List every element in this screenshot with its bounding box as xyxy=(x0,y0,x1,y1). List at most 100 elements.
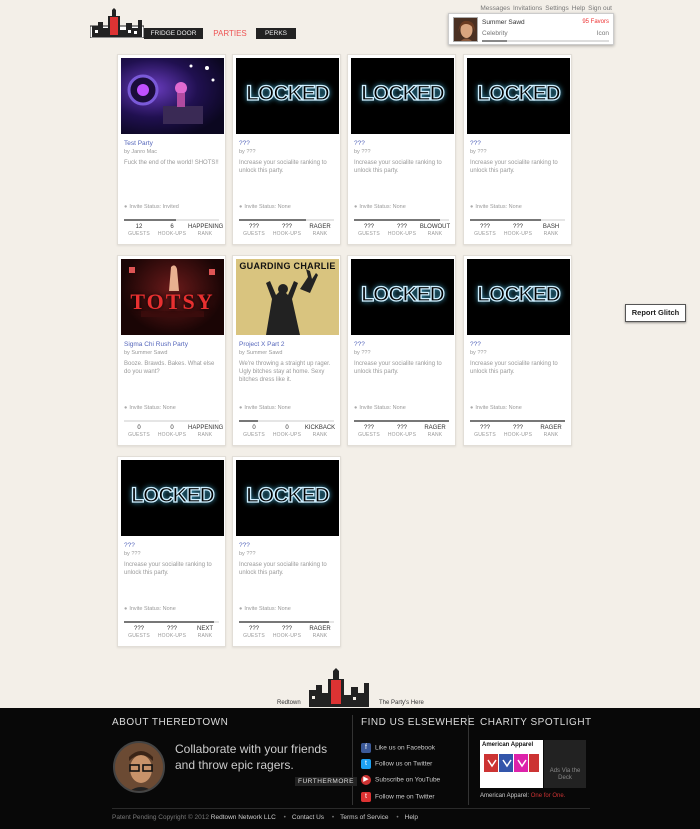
party-card[interactable]: LOCKED ??? by ??? Increase your socialit… xyxy=(232,456,341,647)
invite-status: ● Invite Status: None xyxy=(239,606,291,612)
user-name[interactable]: Summer Sawd xyxy=(482,19,525,26)
rank-stat: RAGER RANK xyxy=(309,224,331,237)
party-title[interactable]: ??? xyxy=(470,341,481,348)
top-links: Messages Invitations Settings Help Sign out xyxy=(477,5,612,12)
guests-stat: ??? GUESTS xyxy=(358,425,380,438)
party-title[interactable]: Sigma Chi Rush Party xyxy=(124,341,188,348)
help-link[interactable]: Help xyxy=(572,5,585,12)
party-title[interactable]: Project X Part 2 xyxy=(239,341,285,348)
party-image[interactable]: GUARDING CHARLIE xyxy=(236,259,339,335)
party-image[interactable]: TOTSY xyxy=(121,259,224,335)
guests-stat: 0 GUESTS xyxy=(243,425,265,438)
brand-right: The Party's Here xyxy=(379,700,424,706)
charity-ad-image[interactable]: American Apparel xyxy=(480,740,543,788)
party-title[interactable]: ??? xyxy=(470,140,481,147)
redtown-center-logo[interactable] xyxy=(307,668,371,708)
party-title[interactable]: ??? xyxy=(354,140,365,147)
party-description: We're throwing a straight up rager. Ugly… xyxy=(239,361,331,383)
nav-parties[interactable]: PARTIES xyxy=(208,28,252,39)
party-image[interactable]: LOCKED xyxy=(236,58,339,134)
facebook-link[interactable]: f Like us on Facebook xyxy=(361,743,435,753)
party-card[interactable]: LOCKED ??? by ??? Increase your socialit… xyxy=(117,456,226,647)
nav-fridge-door[interactable]: FRIDGE DOOR xyxy=(144,28,203,39)
party-image[interactable]: LOCKED xyxy=(121,460,224,536)
user-progress xyxy=(482,40,609,42)
party-image[interactable]: LOCKED xyxy=(467,58,570,134)
rank-progress xyxy=(124,219,219,221)
party-host: by ??? xyxy=(239,551,256,557)
pin-icon: ● xyxy=(239,204,243,210)
rank-progress xyxy=(239,219,334,221)
pin-icon: ● xyxy=(239,405,243,411)
party-description: Increase your socialite ranking to unloc… xyxy=(239,562,327,576)
charity-link[interactable]: One for One. xyxy=(531,793,566,799)
party-title[interactable]: ??? xyxy=(354,341,365,348)
party-title[interactable]: ??? xyxy=(239,140,250,147)
furthermore-button[interactable]: FURTHERMORE xyxy=(295,777,357,786)
pin-icon: ● xyxy=(124,204,128,210)
party-host: by ??? xyxy=(354,350,371,356)
pin-icon: ● xyxy=(124,405,128,411)
locked-text: LOCKED xyxy=(477,282,562,306)
sign-out-link[interactable]: Sign out xyxy=(588,5,612,12)
invite-status: ● Invite Status: None xyxy=(239,204,291,210)
report-glitch-button[interactable]: Report Glitch xyxy=(625,304,686,322)
nav-perks[interactable]: PERKS xyxy=(256,28,296,39)
party-card[interactable]: TOTSY Sigma Chi Rush Party by Summer Saw… xyxy=(117,255,226,446)
party-image[interactable] xyxy=(121,58,224,134)
company-link[interactable]: Redtown Network LLC xyxy=(211,814,276,821)
party-card[interactable]: Test Party by Janro Mac Fuck the end of … xyxy=(117,54,226,245)
youtube-link[interactable]: ▶ Subscribe on YouTube xyxy=(361,775,440,785)
party-card[interactable]: LOCKED ??? by ??? Increase your socialit… xyxy=(463,54,572,245)
party-image[interactable]: LOCKED xyxy=(236,460,339,536)
rank-stat: KICKBACK RANK xyxy=(304,425,336,438)
ads-via-deck[interactable]: Ads Via the Deck xyxy=(544,740,586,788)
party-image[interactable]: LOCKED xyxy=(351,259,454,335)
party-card[interactable]: GUARDING CHARLIE Project X Part 2 by Sum… xyxy=(232,255,341,446)
hookups-stat: ??? HOOK-UPS xyxy=(387,425,417,438)
party-host: by Summer Sawd xyxy=(124,350,168,356)
party-card[interactable]: LOCKED ??? by ??? Increase your socialit… xyxy=(463,255,572,446)
redtown-logo[interactable] xyxy=(90,8,144,38)
rank-stat: RAGER RANK xyxy=(424,425,446,438)
messages-link[interactable]: Messages xyxy=(480,5,510,12)
twitter-link[interactable]: t Follow us on Twitter xyxy=(361,759,432,769)
hookups-stat: 0 HOOK-UPS xyxy=(272,425,302,438)
party-image[interactable]: LOCKED xyxy=(467,259,570,335)
contact-link[interactable]: Contact Us xyxy=(292,814,324,821)
rank-stat: HAPPENING RANK xyxy=(188,224,224,237)
footer-line xyxy=(112,808,590,809)
party-title[interactable]: ??? xyxy=(124,542,135,549)
rank-progress xyxy=(239,420,334,422)
copyright: Patent Pending Copyright © 2012 Redtown … xyxy=(112,814,419,821)
party-description: Increase your socialite ranking to unloc… xyxy=(124,562,212,576)
party-card[interactable]: LOCKED ??? by ??? Increase your socialit… xyxy=(347,255,456,446)
party-host: by ??? xyxy=(470,149,487,155)
settings-link[interactable]: Settings xyxy=(545,5,569,12)
party-title[interactable]: ??? xyxy=(239,542,250,549)
guests-stat: ??? GUESTS xyxy=(474,425,496,438)
about-heading: ABOUT THEREDTOWN xyxy=(112,717,229,728)
invitations-link[interactable]: Invitations xyxy=(513,5,542,12)
avatar[interactable] xyxy=(453,17,478,42)
terms-link[interactable]: Terms of Service xyxy=(340,814,388,821)
locked-text: LOCKED xyxy=(246,483,331,507)
guests-stat: ??? GUESTS xyxy=(128,626,150,639)
hookups-stat: ??? HOOK-UPS xyxy=(157,626,187,639)
party-host: by ??? xyxy=(470,350,487,356)
party-description: Increase your socialite ranking to unloc… xyxy=(239,160,327,174)
help-footer-link[interactable]: Help xyxy=(405,814,418,821)
hookups-stat: ??? HOOK-UPS xyxy=(503,224,533,237)
party-card[interactable]: LOCKED ??? by ??? Increase your socialit… xyxy=(232,54,341,245)
party-image[interactable]: LOCKED xyxy=(351,58,454,134)
locked-text: LOCKED xyxy=(477,81,562,105)
pin-icon: ● xyxy=(239,606,243,612)
pin-icon: ● xyxy=(354,405,358,411)
twitter-icon: t xyxy=(361,759,371,769)
twitter-me-link[interactable]: t Follow me on Twitter xyxy=(361,792,434,802)
party-card[interactable]: LOCKED ??? by ??? Increase your socialit… xyxy=(347,54,456,245)
party-title[interactable]: Test Party xyxy=(124,140,153,147)
totsy-text: TOTSY xyxy=(130,289,215,314)
user-box[interactable]: Summer Sawd 95 Favors Celebrity Icon xyxy=(448,13,614,45)
rank-progress xyxy=(124,621,219,623)
